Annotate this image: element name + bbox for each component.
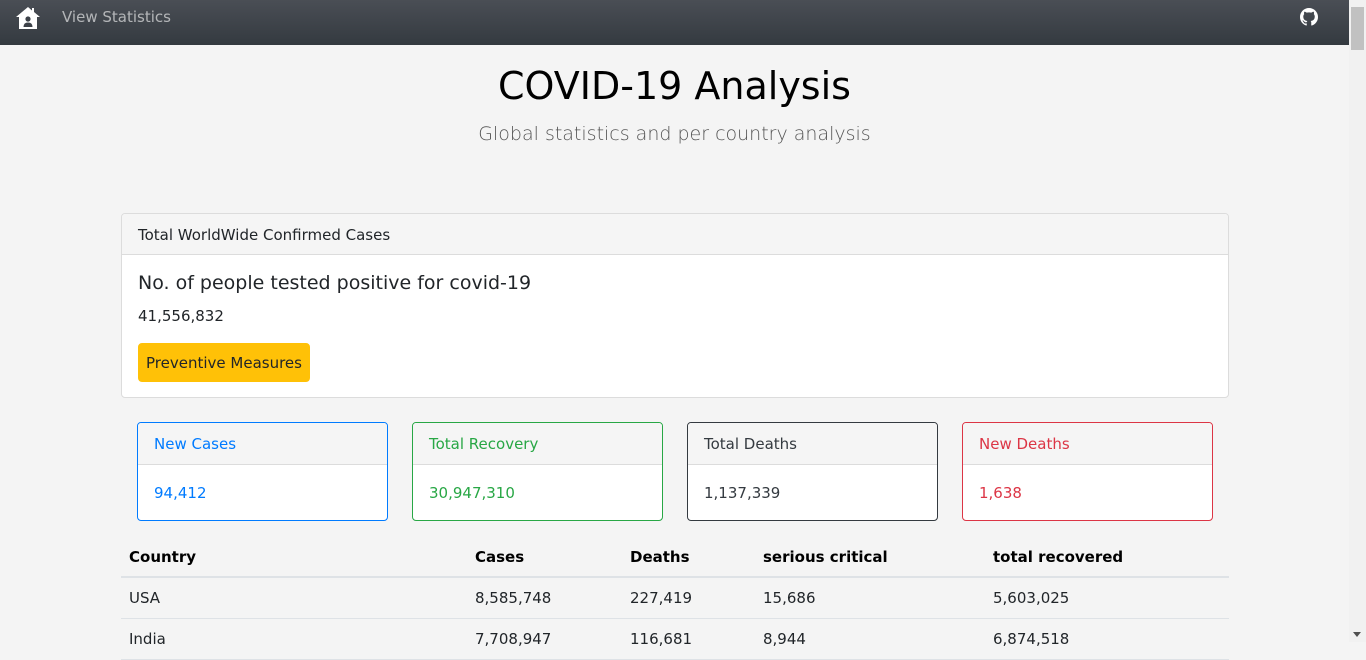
cell-cases: 8,585,748 — [467, 577, 622, 619]
cell-serious-critical: 15,686 — [755, 577, 985, 619]
table-row: USA 8,585,748 227,419 15,686 5,603,025 — [121, 577, 1229, 619]
stat-label: New Deaths — [963, 423, 1212, 465]
scroll-down-arrow-icon[interactable] — [1353, 632, 1361, 637]
column-header-total-recovered: total recovered — [985, 537, 1229, 578]
cell-total-recovered: 5,603,025 — [985, 577, 1229, 619]
stat-label: Total Recovery — [413, 423, 662, 465]
navbar: View Statistics — [0, 0, 1349, 45]
stat-card-total-deaths: Total Deaths 1,137,339 — [687, 422, 938, 521]
stat-value: 30,947,310 — [429, 484, 515, 502]
total-confirmed-value: 41,556,832 — [138, 307, 224, 325]
stat-value: 1,137,339 — [704, 484, 781, 502]
page-title: COVID-19 Analysis — [498, 64, 851, 108]
preventive-measures-button[interactable]: Preventive Measures — [138, 343, 310, 382]
cell-cases: 7,708,947 — [467, 618, 622, 660]
stat-label: New Cases — [138, 423, 387, 465]
stat-value: 1,638 — [979, 484, 1022, 502]
nav-link-view-statistics[interactable]: View Statistics — [62, 8, 171, 26]
cell-country: USA — [121, 577, 467, 619]
stat-card-new-cases: New Cases 94,412 — [137, 422, 388, 521]
stat-card-total-recovery: Total Recovery 30,947,310 — [412, 422, 663, 521]
stat-value: 94,412 — [154, 484, 207, 502]
stat-label: Total Deaths — [688, 423, 937, 465]
worldwide-cases-card: Total WorldWide Confirmed Cases No. of p… — [121, 213, 1229, 398]
home-icon[interactable] — [15, 6, 41, 30]
column-header-cases: Cases — [467, 537, 622, 578]
table-row: India 7,708,947 116,681 8,944 6,874,518 — [121, 618, 1229, 660]
page-subtitle: Global statistics and per country analys… — [478, 123, 871, 145]
cell-country: India — [121, 618, 467, 660]
cell-total-recovered: 6,874,518 — [985, 618, 1229, 660]
github-icon[interactable] — [1300, 8, 1318, 26]
cell-serious-critical: 8,944 — [755, 618, 985, 660]
scrollbar-thumb[interactable] — [1351, 7, 1364, 50]
stat-card-new-deaths: New Deaths 1,638 — [962, 422, 1213, 521]
card-header: Total WorldWide Confirmed Cases — [122, 214, 1228, 255]
table-header-row: Country Cases Deaths serious critical to… — [121, 537, 1229, 578]
column-header-serious-critical: serious critical — [755, 537, 985, 578]
column-header-deaths: Deaths — [622, 537, 755, 578]
cell-deaths: 116,681 — [622, 618, 755, 660]
card-title: No. of people tested positive for covid-… — [138, 272, 532, 294]
vertical-scrollbar[interactable] — [1349, 0, 1366, 642]
cell-deaths: 227,419 — [622, 577, 755, 619]
column-header-country: Country — [121, 537, 467, 578]
